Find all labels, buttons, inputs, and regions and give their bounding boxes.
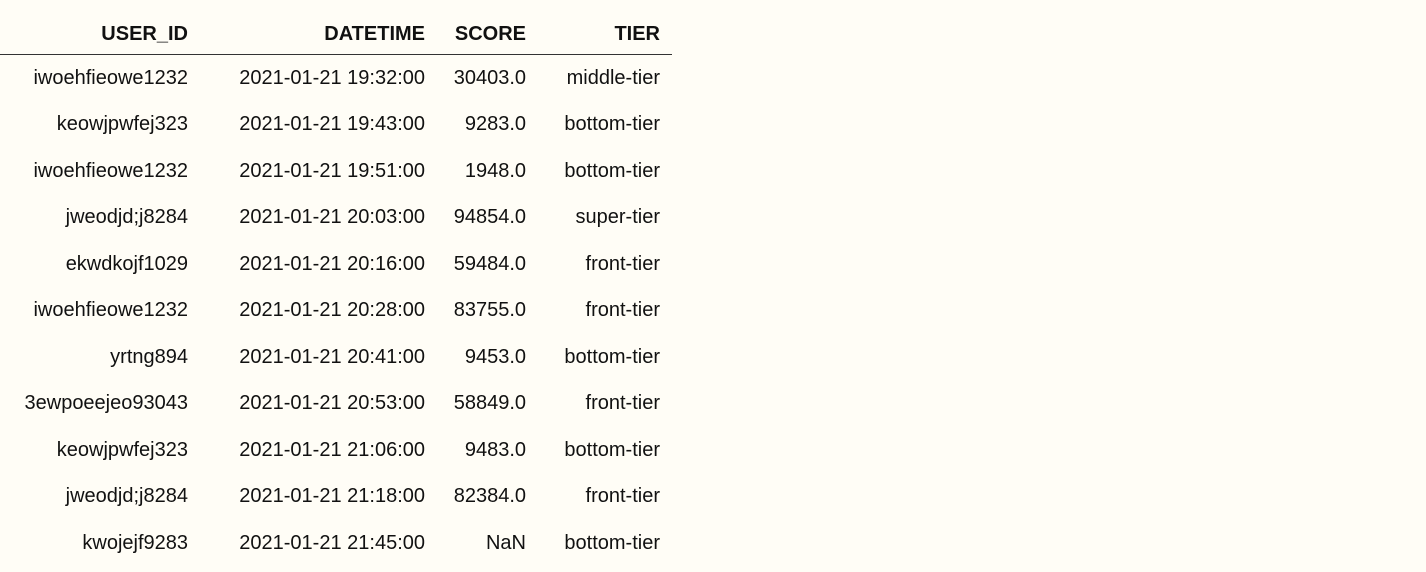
table-row: keowjpwfej323 2021-01-21 21:06:00 9483.0 bo… <box>0 427 672 474</box>
datetime-cell: 2021-01-21 19:43:00 <box>239 113 425 136</box>
user-id-cell: jweodjd;j8284 <box>65 206 188 229</box>
tier-cell: super-tier <box>575 206 660 229</box>
table-row: iwoehfieowe1232 2021-01-21 19:51:00 1948.0… <box>0 148 672 195</box>
score-cell: NaN <box>485 531 526 554</box>
table-row: ekwdkojf1029 2021-01-21 20:16:00 59484.0 fr… <box>0 241 672 288</box>
tier-cell: front-tier <box>585 299 660 322</box>
datetime-cell: 2021-01-21 20:28:00 <box>239 299 425 322</box>
table-row: kwojejf9283 2021-01-21 21:45:00 NaN bottom-… <box>0 520 672 567</box>
score-cell: 59484.0 <box>453 252 526 275</box>
tier-cell: front-tier <box>585 252 660 275</box>
tier-cell: bottom-tier <box>564 345 660 368</box>
table-header: USER_ID DATETIME SCORE TIER <box>0 14 672 55</box>
datetime-cell: 2021-01-21 20:03:00 <box>239 206 425 229</box>
tier-cell: bottom-tier <box>564 438 660 461</box>
header-row: USER_ID DATETIME SCORE TIER <box>0 14 672 55</box>
tier-cell: middle-tier <box>566 66 660 89</box>
score-cell: 94854.0 <box>453 206 526 229</box>
table-row: yrtng894 2021-01-21 20:41:00 9453.0 bottom-… <box>0 334 672 381</box>
data-table-container: USER_ID DATETIME SCORE TIER iwoehfieowe1… <box>0 14 672 567</box>
tier-cell: bottom-tier <box>564 531 660 554</box>
user-id-cell: iwoehfieowe1232 <box>33 66 188 89</box>
user-id-cell: iwoehfieowe1232 <box>33 299 188 322</box>
table-row: keowjpwfej323 2021-01-21 19:43:00 9283.0 bo… <box>0 102 672 149</box>
column-header-user-id: USER_ID <box>0 14 200 55</box>
tier-cell: front-tier <box>585 392 660 415</box>
datetime-cell: 2021-01-21 20:16:00 <box>239 252 425 275</box>
score-cell: 9483.0 <box>464 438 526 461</box>
user-id-cell: yrtng894 <box>110 345 188 368</box>
data-table: USER_ID DATETIME SCORE TIER iwoehfieowe1… <box>0 14 672 567</box>
score-cell: 83755.0 <box>453 299 526 322</box>
datetime-cell: 2021-01-21 21:18:00 <box>239 485 425 508</box>
datetime-cell: 2021-01-21 19:51:00 <box>239 159 425 182</box>
score-cell: 30403.0 <box>453 66 526 89</box>
score-cell: 1948.0 <box>464 159 526 182</box>
datetime-cell: 2021-01-21 21:45:00 <box>239 531 425 554</box>
score-cell: 82384.0 <box>453 485 526 508</box>
table-row: iwoehfieowe1232 2021-01-21 19:32:00 30403.… <box>0 55 672 102</box>
score-cell: 9283.0 <box>464 113 526 136</box>
user-id-cell: iwoehfieowe1232 <box>33 159 188 182</box>
table-row: jweodjd;j8284 2021-01-21 21:18:00 82384.0 f… <box>0 474 672 521</box>
datetime-cell: 2021-01-21 20:53:00 <box>239 392 425 415</box>
user-id-cell: 3ewpoeejeo93043 <box>24 392 189 415</box>
user-id-cell: keowjpwfej323 <box>56 438 188 461</box>
user-id-cell: jweodjd;j8284 <box>65 485 188 508</box>
user-id-cell: kwojejf9283 <box>82 531 188 554</box>
column-header-tier: TIER <box>538 14 672 55</box>
user-id-cell: keowjpwfej323 <box>56 113 188 136</box>
user-id-cell: ekwdkojf1029 <box>65 252 188 275</box>
datetime-cell: 2021-01-21 21:06:00 <box>239 438 425 461</box>
table-row: jweodjd;j8284 2021-01-21 20:03:00 94854.0 s… <box>0 195 672 242</box>
score-cell: 58849.0 <box>453 392 526 415</box>
column-header-datetime: DATETIME <box>200 14 437 55</box>
table-row: iwoehfieowe1232 2021-01-21 20:28:00 83755.… <box>0 288 672 335</box>
datetime-cell: 2021-01-21 20:41:00 <box>239 345 425 368</box>
score-cell: 9453.0 <box>464 345 526 368</box>
table-body: iwoehfieowe1232 2021-01-21 19:32:00 30403.… <box>0 55 672 567</box>
table-row: 3ewpoeejeo93043 2021-01-21 20:53:00 58849.… <box>0 381 672 428</box>
tier-cell: bottom-tier <box>564 113 660 136</box>
column-header-score: SCORE <box>437 14 538 55</box>
tier-cell: front-tier <box>585 485 660 508</box>
tier-cell: bottom-tier <box>564 159 660 182</box>
datetime-cell: 2021-01-21 19:32:00 <box>239 66 425 89</box>
